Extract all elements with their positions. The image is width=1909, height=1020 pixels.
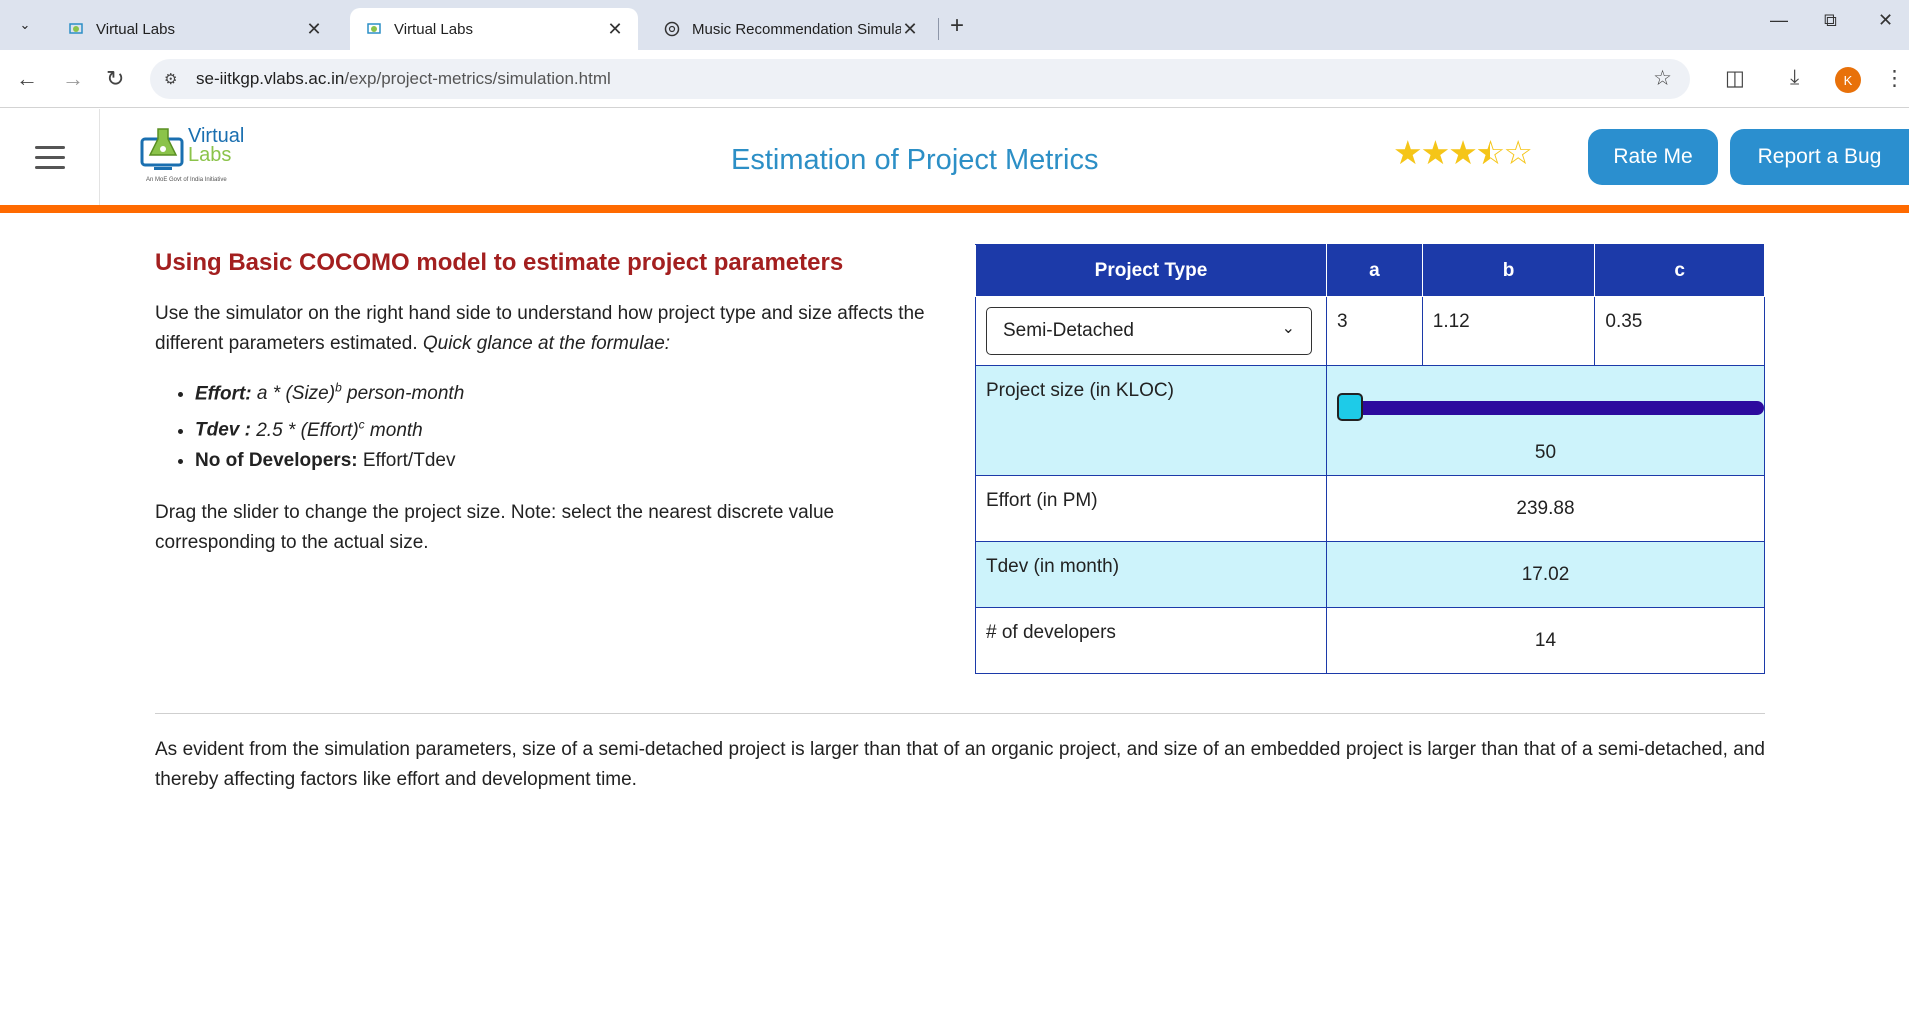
openai-favicon-icon	[662, 19, 682, 39]
tab-title: Virtual Labs	[96, 20, 175, 38]
tdev-label: Tdev (in month)	[975, 541, 1327, 608]
star-full-icon[interactable]: ★	[1448, 134, 1478, 171]
star-half-icon[interactable]: ★☆	[1476, 133, 1506, 172]
star-rating[interactable]: ★★★★☆☆	[1393, 133, 1533, 172]
header-c: c	[1594, 244, 1765, 297]
hamburger-menu-icon[interactable]	[0, 109, 100, 205]
conclusion-paragraph: As evident from the simulation parameter…	[155, 739, 1765, 790]
chevron-down-icon: ⌄	[1281, 320, 1295, 337]
formula-tdev: Tdev : 2.5 * (Effort)c month	[195, 409, 955, 445]
bookmark-star-icon[interactable]: ☆	[1653, 66, 1672, 91]
formula-effort: Effort: a * (Size)b person-month	[195, 373, 955, 409]
window-close-icon[interactable]: ✕	[1878, 10, 1893, 31]
tab-separator	[938, 18, 939, 40]
logo-flask-icon	[140, 128, 184, 170]
coefficient-b: 1.12	[1421, 296, 1596, 366]
logo-tagline: An MoE Govt of India Initiative	[146, 177, 227, 183]
new-tab-plus-icon[interactable]: +	[950, 12, 964, 40]
address-bar[interactable]: ⚙ se-iitkgp.vlabs.ac.in/exp/project-metr…	[150, 59, 1690, 99]
tab-list-chevron-icon[interactable]: ⌄	[12, 12, 38, 38]
restore-icon[interactable]: ⧉	[1824, 10, 1837, 31]
browser-tab-bar: ⌄ Virtual Labs ✕ Virtual Labs ✕ Music Re…	[0, 0, 1909, 50]
tdev-value: 17.02	[1325, 541, 1766, 608]
project-size-slider-track[interactable]	[1338, 401, 1764, 415]
address-toolbar: ← → ↻ ⚙ se-iitkgp.vlabs.ac.in/exp/projec…	[0, 50, 1909, 108]
star-full-icon[interactable]: ★	[1393, 134, 1423, 171]
menu-kebab-icon[interactable]: ⋮	[1884, 66, 1905, 91]
browser-tab[interactable]: Virtual Labs ✕	[52, 8, 337, 50]
effort-label: Effort (in PM)	[975, 475, 1327, 542]
forward-arrow-icon[interactable]: →	[62, 66, 84, 92]
site-info-icon[interactable]: ⚙	[164, 70, 186, 88]
project-type-select[interactable]: Semi-Detached ⌄	[986, 307, 1312, 355]
star-full-icon[interactable]: ★	[1421, 134, 1451, 171]
header-a: a	[1325, 244, 1423, 297]
browser-tab-active[interactable]: Virtual Labs ✕	[350, 8, 638, 50]
developers-label: # of developers	[975, 607, 1327, 674]
download-icon[interactable]: ⤓	[1790, 66, 1799, 90]
cocomo-simulator-table: Project Type a b c Semi-Detached ⌄ 3 1.1…	[975, 244, 1766, 674]
developers-value: 14	[1325, 607, 1766, 674]
close-tab-icon[interactable]: ✕	[305, 19, 323, 40]
tab-title: Virtual Labs	[394, 20, 473, 38]
tab-title: Music Recommendation Simula	[692, 20, 901, 38]
effort-value: 239.88	[1325, 475, 1766, 542]
intro-paragraph: Use the simulator on the right hand side…	[155, 303, 925, 354]
note-paragraph: Drag the slider to change the project si…	[155, 501, 835, 553]
section-heading: Using Basic COCOMO model to estimate pro…	[155, 249, 844, 276]
virtual-labs-favicon-icon	[364, 19, 384, 39]
extensions-puzzle-icon[interactable]: ◫	[1725, 66, 1745, 91]
formula-developers: No of Developers: Effort/Tdev	[195, 446, 955, 476]
project-size-slider-cell: 50	[1325, 365, 1766, 476]
virtual-labs-favicon-icon	[66, 19, 86, 39]
header-accent-bar	[0, 205, 1909, 213]
close-tab-icon[interactable]: ✕	[606, 19, 624, 40]
rate-me-button[interactable]: Rate Me	[1588, 129, 1718, 185]
browser-tab[interactable]: Music Recommendation Simula ✕	[648, 8, 933, 50]
report-bug-button[interactable]: Report a Bug	[1730, 129, 1909, 185]
url-text: se-iitkgp.vlabs.ac.in/exp/project-metric…	[196, 69, 611, 88]
project-size-slider-thumb[interactable]	[1336, 393, 1363, 421]
back-arrow-icon[interactable]: ←	[16, 66, 38, 92]
header-project-type: Project Type	[975, 244, 1327, 297]
project-size-value: 50	[1534, 442, 1557, 463]
section-divider	[155, 713, 1765, 714]
profile-avatar[interactable]: K	[1835, 67, 1861, 93]
close-tab-icon[interactable]: ✕	[901, 19, 919, 40]
project-size-label: Project size (in KLOC)	[975, 365, 1327, 476]
page-title: Estimation of Project Metrics	[731, 144, 1099, 176]
formulae-list: Effort: a * (Size)b person-month Tdev : …	[195, 373, 955, 476]
star-empty-icon[interactable]: ☆	[1503, 134, 1533, 171]
coefficient-a: 3	[1325, 296, 1423, 366]
virtual-labs-logo[interactable]: Virtual Labs An MoE Govt of India Initiat…	[140, 125, 250, 187]
coefficient-c: 0.35	[1594, 296, 1765, 366]
logo-text: Virtual Labs	[188, 125, 245, 166]
site-header: Virtual Labs An MoE Govt of India Initiat…	[0, 109, 1909, 205]
header-b: b	[1421, 244, 1596, 297]
instructions-panel: Using Basic COCOMO model to estimate pro…	[155, 249, 955, 558]
reload-icon[interactable]: ↻	[106, 66, 124, 92]
minimize-icon[interactable]: —	[1770, 10, 1788, 31]
project-type-selected: Semi-Detached	[1003, 320, 1134, 341]
